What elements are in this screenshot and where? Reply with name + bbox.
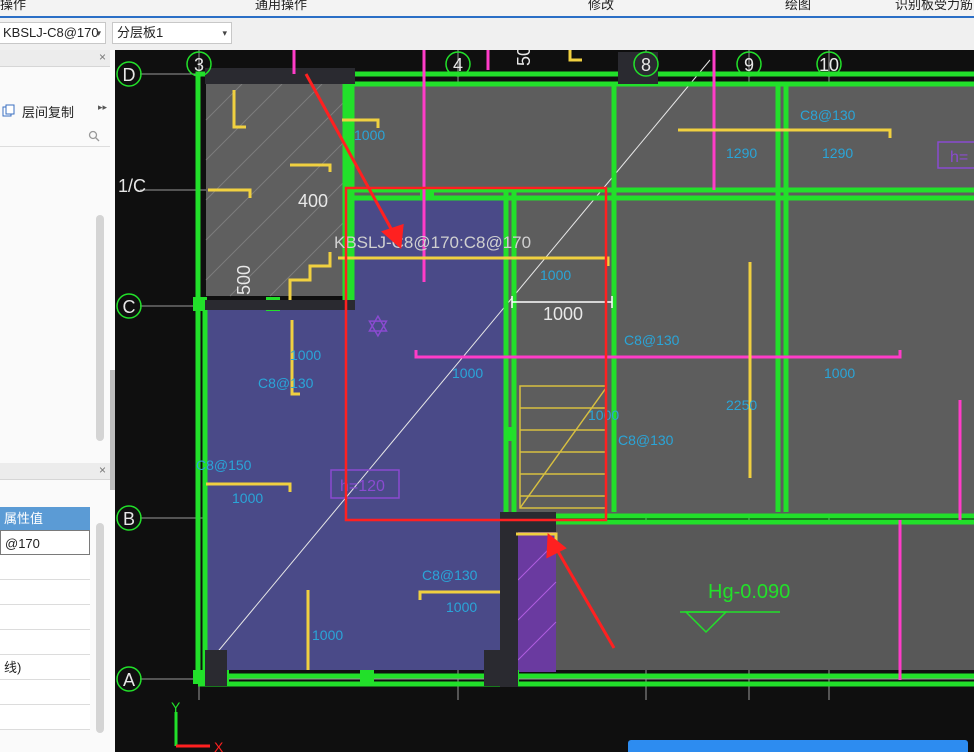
elevation-label: Hg-0.090 [708,581,790,603]
axis-label-8: 8 [641,55,651,75]
property-value-cell[interactable] [0,680,90,705]
ribbon-identify-slab-rebar[interactable]: 识别板受力筋 [895,0,973,13]
rebar-type-value: KBSLJ-C8@170 [3,25,99,40]
tree-scrollbar[interactable] [96,215,104,441]
search-row[interactable] [0,126,110,147]
drawing-canvas[interactable]: C8@130 1290 1290 C8@130 C8@130 C8@130 10… [115,50,974,752]
rebar-type-select[interactable]: KBSLJ-C8@170 ▾ [0,22,106,44]
rebar-text: 1000 [824,365,855,381]
rebar-text: C8@130 [422,567,478,583]
axis-label-A: A [123,670,135,690]
ribbon-modify[interactable]: 修改 [588,0,614,13]
rebar-label: KBSLJ-C8@170:C8@170 [334,233,531,252]
property-value-cell[interactable] [0,605,90,630]
tooltip-banner [628,740,968,752]
star-icon: ✡ [365,311,390,344]
property-value-cell[interactable] [0,630,90,655]
rebar-text: 1000 [446,599,477,615]
axis-label-4: 4 [453,55,463,75]
chevron-down-icon: ▾ [96,28,101,38]
chevron-down-icon: ▾ [222,28,227,38]
rebar-text: C8@130 [800,107,856,123]
rebar-text: 1290 [726,145,757,161]
layer-copy-button[interactable]: 层间复制 ▸▸ [0,100,110,122]
rebar-text: C8@130 [618,432,674,448]
ucs-x-label: X [214,739,224,752]
close-icon[interactable]: × [99,463,106,477]
dim-400: 400 [298,191,328,211]
layer-copy-label: 层间复制 [22,105,75,120]
dim-1000: 1000 [543,304,583,324]
search-icon[interactable] [88,130,100,142]
property-value-cell[interactable] [0,580,90,605]
rebar-text: 1000 [588,407,619,423]
axis-label-C: C [123,297,136,317]
rebar-text: 1000 [452,365,483,381]
ribbon-operation[interactable]: 操作 [0,0,26,13]
ucs-y-label: Y [171,699,181,715]
more-icon[interactable]: ▸▸ [98,102,107,113]
slab-h-label-right: h= [950,149,968,166]
property-value-cell[interactable] [0,555,90,580]
layer-value: 分层板1 [117,25,164,40]
rebar-text: 1000 [312,627,343,643]
dim-500-top: 500 [514,50,534,66]
property-header: 属性值 [0,507,90,530]
floor-plan[interactable]: C8@130 1290 1290 C8@130 C8@130 C8@130 10… [115,50,974,752]
axis-label-1C: 1/C [118,176,146,196]
rebar-text: 1000 [354,127,385,143]
property-panel-header: × [0,463,110,480]
property-value-cell[interactable] [0,705,90,730]
rebar-text: 1290 [822,145,853,161]
rebar-text: 1000 [232,490,263,506]
axis-label-3: 3 [194,55,204,75]
component-panel-header: × [0,50,110,67]
axis-label-B: B [123,509,135,529]
property-scrollbar[interactable] [96,523,104,733]
ribbon-bar: 操作 通用操作 修改 绘图 识别板受力筋 [0,0,974,18]
rebar-text: C8@130 [624,332,680,348]
property-table: 属性值 @170 线) [0,507,90,730]
axis-label-9: 9 [744,55,754,75]
ucs-icon: Y X [171,699,224,752]
rebar-text: 1000 [290,347,321,363]
toolbar: KBSLJ-C8@170 ▾ 分层板1 ▾ [0,18,974,51]
ribbon-draw[interactable]: 绘图 [785,0,811,13]
rebar-text: 1000 [540,267,571,283]
close-icon[interactable]: × [99,50,106,64]
layer-select[interactable]: 分层板1 ▾ [112,22,232,44]
rebar-text: C8@130 [258,375,314,391]
copy-icon [2,104,15,117]
axis-label-10: 10 [819,55,839,75]
dim-500: 500 [234,265,254,295]
rebar-text: 2250 [726,397,757,413]
rebar-text: C8@150 [196,457,252,473]
axis-label-D: D [123,65,136,85]
property-value-cell[interactable]: 线) [0,655,90,680]
ribbon-general-ops[interactable]: 通用操作 [255,0,307,13]
property-value-cell[interactable]: @170 [0,530,90,555]
